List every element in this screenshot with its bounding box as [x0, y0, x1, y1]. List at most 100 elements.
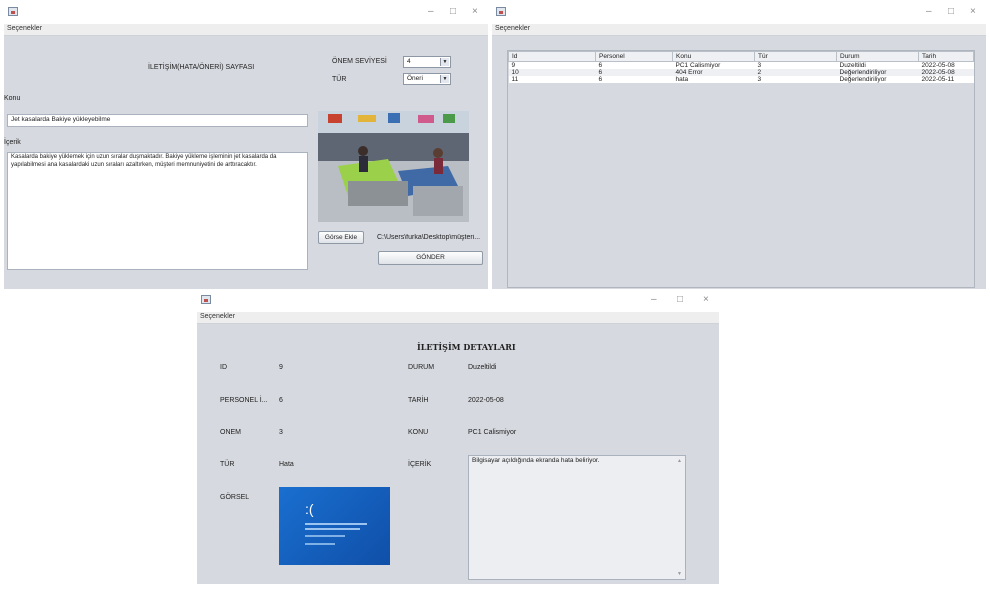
type-select[interactable]: Öneri ▼: [403, 73, 451, 85]
table-row[interactable]: 11 6 hata 3 Değerlendiriliyor 2022-05-11: [508, 76, 974, 83]
priority-select-value: 4: [407, 58, 411, 65]
table-header: Id Personel Konu Tür Durum Tarih: [508, 51, 974, 62]
priority-value: 3: [279, 429, 283, 436]
title-bar: – □ ×: [4, 2, 488, 24]
contact-detail-window: – □ × Seçenekler İLETİŞİM DETAYLARI ID 9…: [197, 290, 719, 584]
close-button[interactable]: ×: [970, 6, 976, 17]
type-label: TÜR: [332, 76, 347, 83]
table-cell: PC1 Calismiyor: [672, 61, 755, 69]
content-textarea[interactable]: Bilgisayar açıldığında ekranda hata beli…: [468, 455, 686, 580]
table-cell: 9: [508, 61, 596, 69]
column-header[interactable]: Id: [508, 51, 596, 62]
java-app-icon: [496, 7, 506, 16]
menu-options[interactable]: Seçenekler: [7, 25, 42, 32]
column-header[interactable]: Konu: [672, 51, 755, 62]
table-row[interactable]: 9 6 PC1 Calismiyor 3 Duzeltildi 2022-05-…: [508, 61, 974, 69]
contacts-table: Id Personel Konu Tür Durum Tarih 9 6 PC1…: [508, 51, 974, 83]
date-label: TARİH: [408, 397, 429, 404]
close-button[interactable]: ×: [703, 294, 709, 305]
menu-bar: Seçenekler: [197, 312, 719, 324]
list-panel: Id Personel Konu Tür Durum Tarih 9 6 PC1…: [492, 36, 986, 289]
detail-panel: İLETİŞİM DETAYLARI ID 9 PERSONEL İ... 6 …: [197, 324, 719, 584]
table-cell: 10: [508, 69, 596, 76]
image-label: GÖRSEL: [220, 494, 250, 501]
bsod-text-line: [305, 528, 360, 530]
content-textarea[interactable]: Kasalarda bakiye yüklemek için uzun sıra…: [7, 152, 308, 270]
contact-list-window: – □ × Seçenekler Id Personel Konu Tür Du…: [492, 2, 986, 289]
table-cell: 11: [508, 76, 596, 83]
table-cell: hata: [672, 76, 755, 83]
java-app-icon: [201, 295, 211, 304]
file-path-label: C:\Users\furka\Desktop\müşteri...: [377, 234, 481, 241]
column-header[interactable]: Tarih: [918, 51, 974, 62]
uploaded-image-preview: [318, 111, 469, 222]
column-header[interactable]: Durum: [836, 51, 919, 62]
table-cell: Duzeltildi: [836, 61, 919, 69]
id-label: ID: [220, 364, 227, 371]
close-button[interactable]: ×: [472, 6, 478, 17]
status-label: DURUM: [408, 364, 435, 371]
table-cell: Değerlendiriliyor: [836, 76, 919, 83]
sad-face-icon: :(: [305, 501, 314, 517]
table-cell: 6: [595, 69, 673, 76]
page-title: İLETİŞİM(HATA/ÖNERİ) SAYFASI: [148, 64, 255, 71]
subject-value: PC1 Calismiyor: [468, 429, 517, 436]
table-row[interactable]: 10 6 404 Error 2 Değerlendiriliyor 2022-…: [508, 69, 974, 76]
table-cell: 2022-05-08: [918, 69, 974, 76]
table-cell: 2022-05-08: [918, 61, 974, 69]
bsod-text-line: [305, 535, 345, 537]
add-image-button[interactable]: Görse Ekle: [318, 231, 364, 244]
table-scroll-pane[interactable]: Id Personel Konu Tür Durum Tarih 9 6 PC1…: [507, 50, 975, 288]
subject-label: KONU: [408, 429, 429, 436]
personnel-value: 6: [279, 397, 283, 404]
supermarket-photo: [318, 111, 469, 222]
type-label: TÜR: [220, 461, 235, 468]
minimize-button[interactable]: –: [926, 6, 932, 17]
content-label: İÇERİK: [408, 461, 432, 468]
priority-label: ONEM: [220, 429, 241, 436]
scroll-down-icon[interactable]: ▼: [677, 571, 682, 577]
status-value: Duzeltildi: [468, 364, 497, 371]
maximize-button[interactable]: □: [450, 6, 456, 17]
table-cell: 3: [754, 61, 837, 69]
java-app-icon: [8, 7, 18, 16]
chevron-down-icon: ▼: [440, 58, 449, 66]
title-bar: – □ ×: [197, 290, 719, 312]
minimize-button[interactable]: –: [651, 294, 657, 305]
table-cell: 6: [595, 61, 673, 69]
table-cell: 3: [754, 76, 837, 83]
type-select-value: Öneri: [407, 75, 423, 82]
subject-label: Konu: [4, 95, 21, 102]
subject-input[interactable]: Jet kasalarda Bakiye yükleyebilme: [7, 114, 308, 127]
chevron-down-icon: ▼: [440, 75, 449, 83]
table-cell: 404 Error: [672, 69, 755, 76]
table-cell: 2022-05-11: [918, 76, 974, 83]
maximize-button[interactable]: □: [948, 6, 954, 17]
send-button[interactable]: GÖNDER: [378, 251, 483, 265]
column-header[interactable]: Tür: [754, 51, 837, 62]
minimize-button[interactable]: –: [428, 6, 434, 17]
menu-bar: Seçenekler: [4, 24, 488, 36]
personnel-label: PERSONEL İ...: [220, 397, 268, 404]
menu-options[interactable]: Seçenekler: [495, 25, 530, 32]
bsod-text-line: [305, 523, 367, 525]
content-label: İçerik: [4, 139, 21, 146]
date-value: 2022-05-08: [468, 397, 504, 404]
maximize-button[interactable]: □: [677, 294, 683, 305]
title-bar: – □ ×: [492, 2, 986, 24]
menu-options[interactable]: Seçenekler: [200, 313, 235, 320]
table-cell: Değerlendiriliyor: [836, 69, 919, 76]
type-value: Hata: [279, 461, 294, 468]
id-value: 9: [279, 364, 283, 371]
priority-label: ÖNEM SEVİYESİ: [332, 58, 387, 65]
content-text: Bilgisayar açıldığında ekranda hata beli…: [472, 457, 600, 464]
bsod-screenshot: :(: [279, 487, 390, 565]
scroll-up-icon[interactable]: ▲: [677, 458, 682, 464]
detail-title: İLETİŞİM DETAYLARI: [417, 342, 516, 352]
contact-form-window: – □ × Seçenekler İLETİŞİM(HATA/ÖNERİ) SA…: [4, 2, 488, 289]
priority-select[interactable]: 4 ▼: [403, 56, 451, 68]
column-header[interactable]: Personel: [595, 51, 673, 62]
bsod-text-line: [305, 543, 335, 545]
menu-bar: Seçenekler: [492, 24, 986, 36]
form-panel: İLETİŞİM(HATA/ÖNERİ) SAYFASI ÖNEM SEVİYE…: [4, 36, 488, 289]
